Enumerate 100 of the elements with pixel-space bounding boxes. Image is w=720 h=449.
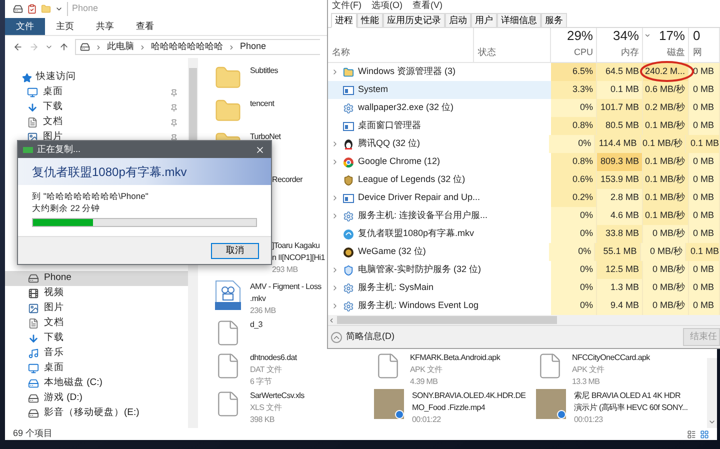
metric-cell: 0% <box>551 225 597 243</box>
expand-icon[interactable] <box>331 194 339 202</box>
tab[interactable]: 服务 <box>541 13 567 28</box>
sidebar-item[interactable]: 本地磁盘 (C:) <box>5 376 188 391</box>
recent-icon[interactable] <box>45 43 53 51</box>
file-name[interactable]: SarWerteCsv.xls <box>250 390 304 402</box>
process-name[interactable]: Windows 资源管理器 (3) <box>358 65 456 79</box>
breadcrumb-item[interactable]: 此电脑 <box>107 40 134 54</box>
expand-icon[interactable] <box>331 266 339 274</box>
sidebar-item[interactable]: 文档 <box>5 316 188 331</box>
file-name[interactable]: MO_Food .Fizzle.mp4 <box>412 402 485 414</box>
tab[interactable]: 详细信息 <box>497 13 541 28</box>
sidebar-item[interactable]: 下载 <box>5 100 188 115</box>
ribbon-tab[interactable]: 查看 <box>125 18 165 35</box>
breadcrumb-item[interactable]: 哈哈哈哈哈哈哈哈 <box>151 40 223 54</box>
close-icon[interactable] <box>255 144 265 154</box>
file-name[interactable]: .mkv <box>250 293 266 305</box>
process-name[interactable]: 桌面窗口管理器 <box>358 119 421 133</box>
process-name[interactable]: 腾讯QQ (32 位) <box>358 137 420 151</box>
file-name[interactable]: n II[NCOP1][Hi1 <box>272 252 325 264</box>
menu-item[interactable]: 查看(V) <box>412 0 442 12</box>
sidebar-item[interactable]: 桌面 <box>5 361 188 376</box>
scrollbar-thumb[interactable] <box>337 316 557 324</box>
ribbon-tab[interactable]: 主页 <box>45 18 85 35</box>
column-header[interactable]: 名称 <box>332 46 350 59</box>
process-name[interactable]: League of Legends (32 位) <box>358 173 466 187</box>
metric-cell: 101.7 MB <box>597 99 643 117</box>
breadcrumb-item[interactable]: Phone <box>240 40 266 54</box>
file-name[interactable]: 演示片 (高码率 HEVC 60f SONY... <box>574 402 688 414</box>
column-header[interactable]: 34% 内存 <box>597 28 643 62</box>
menu-item[interactable]: 选项(O) <box>372 0 402 12</box>
sidebar-item[interactable]: 游戏 (D:) <box>5 391 188 406</box>
process-name[interactable]: 服务主机: SysMain <box>358 281 434 295</box>
tab[interactable]: 性能 <box>357 13 383 28</box>
back-icon[interactable] <box>13 42 23 52</box>
process-name[interactable]: wallpaper32.exe (32 位) <box>358 101 454 115</box>
sidebar-item[interactable]: 影音（移动硬盘）(E:) <box>5 406 188 421</box>
sidebar-item[interactable]: Phone <box>5 271 188 286</box>
process-name[interactable]: 服务主机: Windows Event Log <box>358 299 479 313</box>
expand-icon[interactable] <box>331 302 339 310</box>
tab[interactable]: 应用历史记录 <box>383 13 445 28</box>
metric-cell: 0% <box>551 207 597 225</box>
file-name[interactable]: SONY.BRAVIA.OLED.4K.HDR.DE <box>412 390 526 402</box>
cancel-button[interactable]: 取消 <box>211 242 259 258</box>
file-detail: 00:01:23 <box>574 414 603 426</box>
ribbon-tab[interactable]: 文件 <box>5 18 45 35</box>
column-header[interactable]: 状态 <box>478 46 496 59</box>
file-name[interactable]: AMV - Figment - Loss <box>250 281 322 293</box>
process-name[interactable]: WeGame (32 位) <box>358 245 426 259</box>
tab[interactable]: 启动 <box>445 13 471 28</box>
file-detail: DAT 文件 <box>250 364 282 376</box>
file-name[interactable]: Subtitles <box>250 65 278 77</box>
sidebar-item[interactable]: 快速访问 <box>5 70 188 85</box>
metric-cell: 0.1 MB <box>597 81 643 99</box>
drive-icon[interactable] <box>13 4 23 14</box>
details-toggle[interactable]: 简略信息(D) <box>331 330 394 344</box>
menu-item[interactable]: 文件(F) <box>332 0 362 12</box>
address-bar[interactable]: 此电脑 哈哈哈哈哈哈哈哈 Phone <box>75 39 320 55</box>
expand-icon[interactable] <box>331 158 339 166</box>
process-name[interactable]: 电脑管家-实时防护服务 (32 位) <box>358 263 482 277</box>
scroll-left-icon[interactable] <box>328 316 335 324</box>
file-name[interactable]: ]Toaru Kagaku <box>272 240 320 252</box>
file-name[interactable]: NFCCityOneCCard.apk <box>572 352 650 364</box>
file-name[interactable]: 索尼 BRAVIA OLED A1 4K HDR <box>574 390 680 402</box>
column-header[interactable]: 29% CPU <box>551 28 597 62</box>
metric-cell: 0.6 MB/秒 <box>643 81 689 99</box>
icons-view-icon[interactable] <box>700 430 709 438</box>
sidebar-item[interactable]: 视频 <box>5 286 188 301</box>
column-header[interactable]: 0 网 <box>689 28 720 62</box>
file-name[interactable]: dhtnodes6.dat <box>250 352 297 364</box>
sidebar-item[interactable]: 桌面 <box>5 85 188 100</box>
expand-icon[interactable] <box>331 68 339 76</box>
file-name[interactable]: KFMARK.Beta.Android.apk <box>410 352 500 364</box>
scroll-down-icon[interactable] <box>708 418 716 426</box>
expand-icon[interactable] <box>331 284 339 292</box>
ribbon-tab[interactable]: 共享 <box>85 18 125 35</box>
annotation-circle <box>639 60 695 83</box>
process-name[interactable]: System <box>358 83 388 97</box>
file-name[interactable]: Recorder <box>272 174 303 186</box>
dropdown-icon[interactable] <box>55 5 63 13</box>
expand-icon[interactable] <box>331 140 339 148</box>
file-name[interactable]: d_3 <box>250 319 262 331</box>
drive-icon <box>80 42 90 52</box>
up-icon[interactable] <box>59 42 69 52</box>
process-name[interactable]: 复仇者联盟1080p有字幕.mkv <box>358 227 474 241</box>
sidebar-item[interactable]: 音乐 <box>5 346 188 361</box>
process-name[interactable]: Device Driver Repair and Up... <box>358 191 480 205</box>
properties-icon[interactable] <box>27 4 37 14</box>
file-name[interactable]: tencent <box>250 98 274 110</box>
process-name[interactable]: Google Chrome (12) <box>358 155 440 169</box>
process-name[interactable]: 服务主机: 连接设备平台用户服... <box>358 209 488 223</box>
column-header[interactable]: 17% 磁盘 <box>643 28 689 62</box>
expand-icon[interactable] <box>331 212 339 220</box>
sidebar-item[interactable]: 图片 <box>5 301 188 316</box>
sidebar-item[interactable]: 文档 <box>5 115 188 130</box>
sidebar-item[interactable]: 下载 <box>5 331 188 346</box>
file-name[interactable]: TurboNet <box>250 131 281 143</box>
tab[interactable]: 进程 <box>331 13 357 28</box>
details-view-icon[interactable] <box>687 430 696 438</box>
tab[interactable]: 用户 <box>471 13 497 28</box>
